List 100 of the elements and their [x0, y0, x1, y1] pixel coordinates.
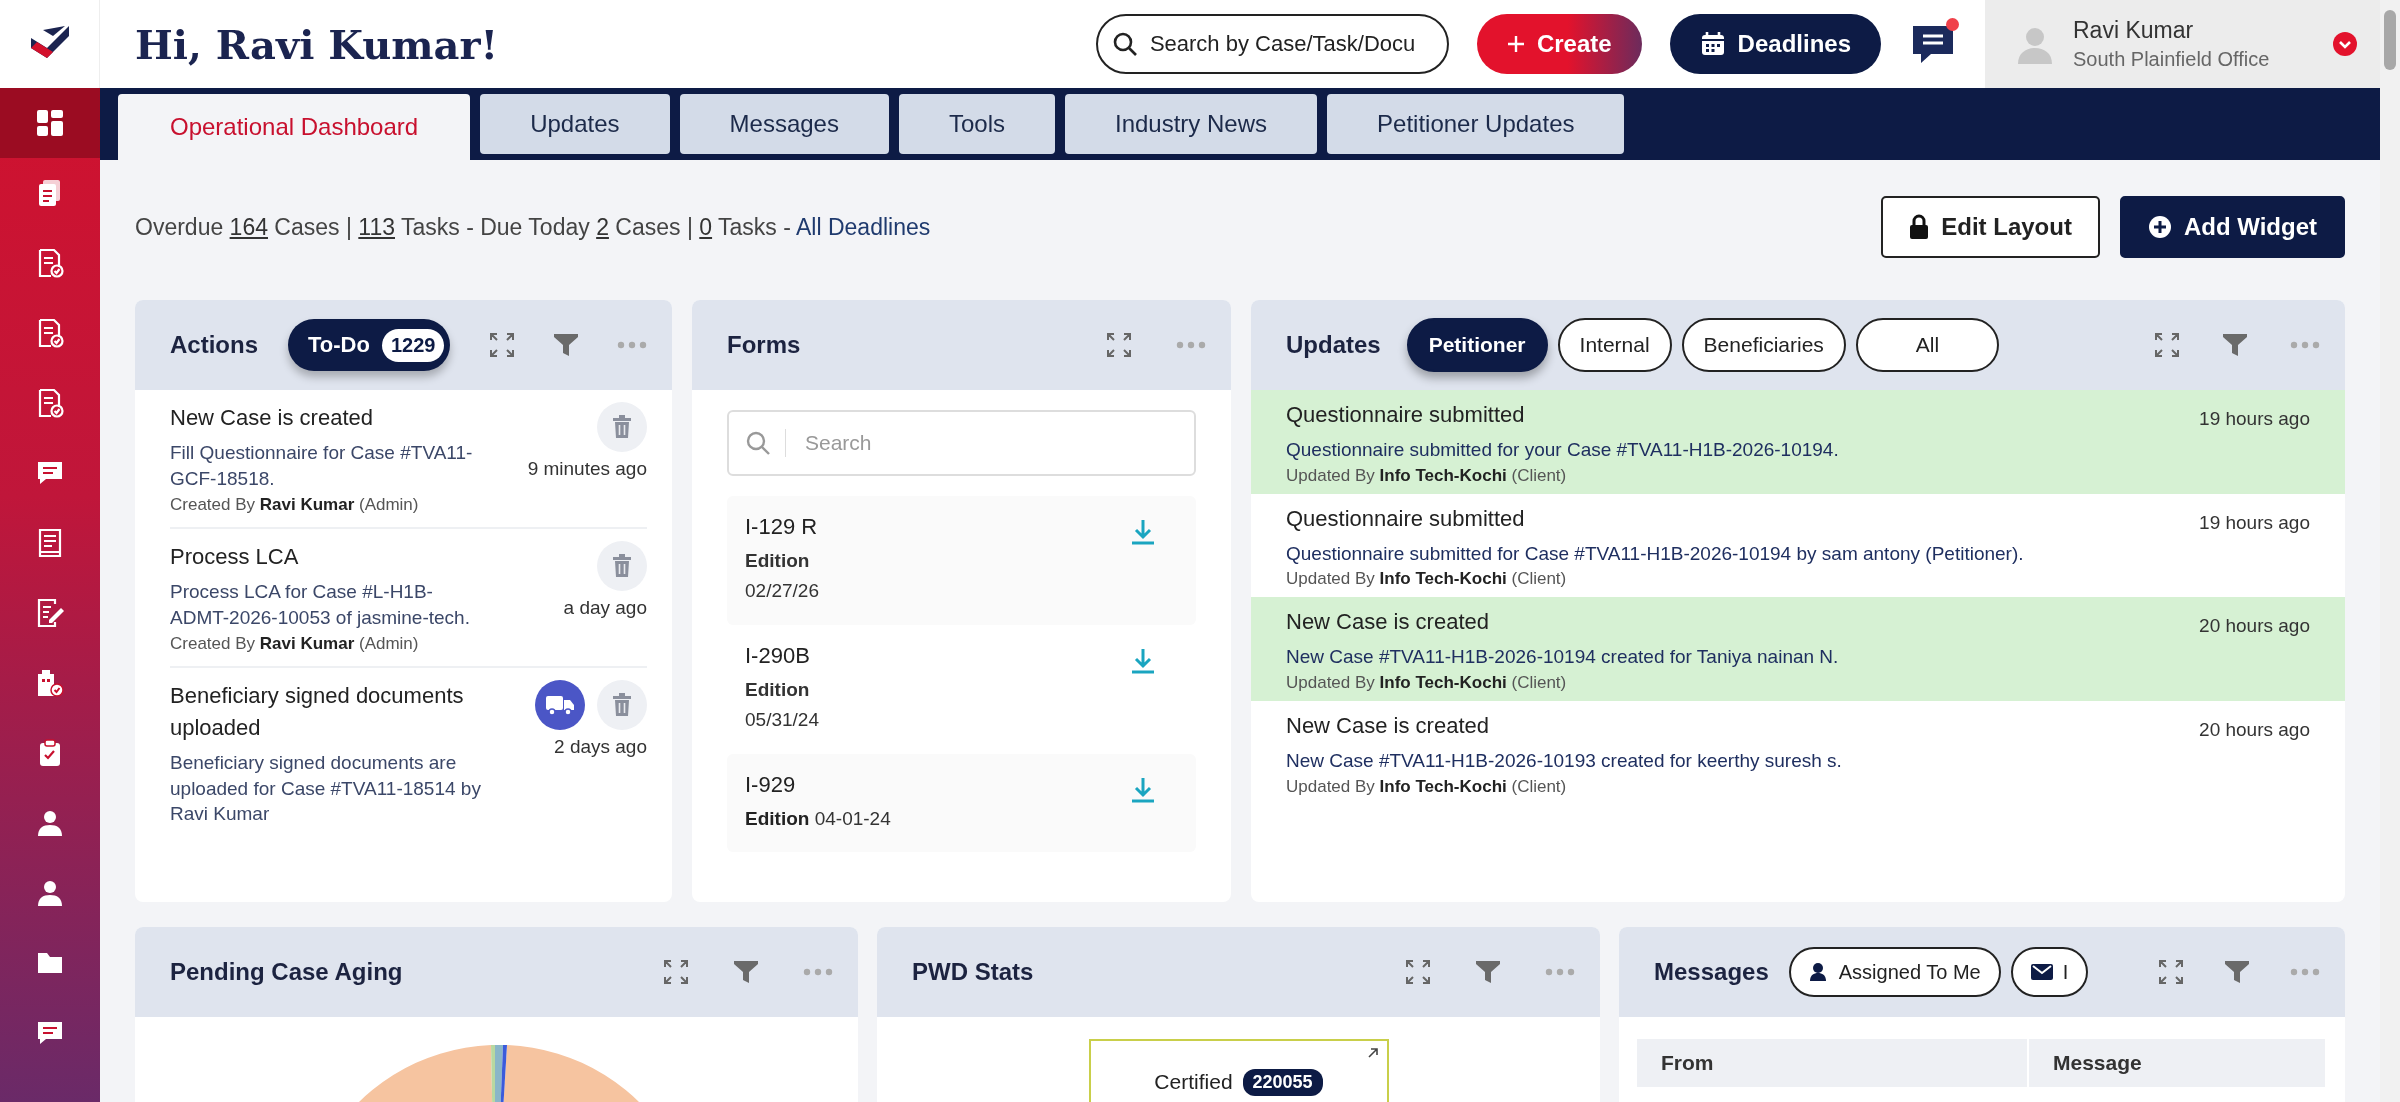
folder-icon — [36, 950, 64, 976]
filter-icon[interactable] — [1475, 959, 1501, 985]
todo-filter[interactable]: To-Do 1229 — [288, 319, 451, 371]
action-title: Beneficiary signed documents uploaded — [170, 682, 465, 743]
truck-icon — [545, 694, 575, 717]
filter-icon[interactable] — [2224, 959, 2250, 985]
chat-icon — [36, 1019, 64, 1047]
tab[interactable]: Updates — [480, 94, 670, 154]
expand-icon[interactable] — [1405, 959, 1431, 985]
time-text: 19 hours ago — [2199, 408, 2310, 431]
form-item[interactable]: I-290B Edition 05/31/24 — [727, 624, 1196, 754]
count-link[interactable]: 0 — [699, 213, 713, 240]
edition-label: Edition — [745, 549, 811, 573]
column-header: Message — [2029, 1039, 2327, 1087]
plus-circle-icon — [2147, 215, 2172, 239]
update-title: New Case is created — [1286, 608, 1490, 637]
update-title: Questionnaire submitted — [1286, 401, 1526, 429]
expand-icon[interactable] — [2154, 332, 2180, 358]
filter-chip[interactable]: I — [2010, 947, 2089, 997]
form-name: I-929 — [745, 771, 797, 798]
delete-button[interactable] — [597, 541, 647, 592]
tab[interactable]: Messages — [679, 94, 889, 154]
user-icon — [1808, 962, 1829, 982]
form-item[interactable]: I-929 Edition 04-01-24 — [727, 753, 1196, 852]
stat-label: Certified — [1154, 1070, 1233, 1094]
lock-icon — [1909, 214, 1930, 240]
widget-title: Updates — [1286, 331, 1381, 359]
deadlines-button[interactable]: Deadlines — [1669, 14, 1881, 74]
count-link[interactable]: 164 — [229, 213, 268, 240]
filter-chip[interactable]: Petitioner — [1406, 318, 1548, 372]
widget-title: PWD Stats — [912, 958, 1034, 986]
tab[interactable]: Petitioner Updates — [1327, 94, 1625, 154]
expand-icon[interactable] — [663, 959, 689, 985]
filter-chip[interactable]: Assigned To Me — [1788, 947, 2001, 997]
envelope-icon — [2030, 964, 2053, 980]
updated-by-text: Updated By Info Tech-Kochi (Client) — [1286, 569, 1568, 590]
user-panel[interactable]: Ravi Kumar South Plainfield Office — [1985, 0, 2380, 88]
document-pencil-icon — [35, 598, 65, 628]
download-icon[interactable] — [1130, 646, 1156, 675]
clipboard-icon — [38, 738, 62, 768]
expand-icon[interactable] — [489, 332, 515, 358]
document-check-icon — [36, 388, 64, 418]
created-by-text: Created By Ravi Kumar (Admin) — [170, 634, 420, 655]
update-text: Questionnaire submitted for your Case #TVA11-H1B-2026-10194. — [1286, 438, 1840, 462]
action-item[interactable]: New Case is created Fill Questionnaire for Case #TVA11-GCF-18518. Created By Ravi Kumar (Admin) 9 minutes ago — [170, 390, 647, 530]
add-widget-button[interactable]: Add Widget — [2119, 196, 2345, 258]
create-button[interactable]: Create — [1476, 14, 1642, 74]
action-item[interactable]: Process LCA Process LCA for Case #L-H1B-ADMT-2026-10053 of jasmine-tech. Created By Ravi Kumar (Admin) a day ago — [170, 529, 647, 669]
time-text: 2 days ago — [554, 736, 647, 759]
download-icon[interactable] — [1130, 775, 1156, 804]
todo-count: 1229 — [381, 328, 445, 362]
delete-button[interactable] — [597, 402, 647, 452]
action-description: Beneficiary signed documents are uploaded for Case #TVA11-18514 by Ravi Kumar — [170, 751, 482, 827]
expand-icon[interactable] — [2158, 959, 2184, 985]
widget-title: Forms — [727, 331, 801, 359]
sidebar-item[interactable] — [0, 88, 100, 158]
scrollbar-thumb[interactable] — [2384, 10, 2396, 70]
update-item[interactable]: Questionnaire submitted Questionnaire submitted for your Case #TVA11-H1B-2026-10194. Updated By Info Tech-Kochi (Client) 19 hours ago — [1251, 390, 2345, 494]
edition-text: Edition 04-01-24 — [745, 806, 891, 831]
filter-icon[interactable] — [553, 332, 579, 358]
search-field[interactable]: Search by Case/Task/Docu — [1095, 14, 1449, 74]
trash-icon — [612, 554, 632, 579]
update-item[interactable]: New Case is created New Case #TVA11-H1B-2026-10194 created for Taniya nainan N. Updated By Info Tech-Kochi (Client) 20 hours ago — [1251, 597, 2345, 701]
count-link[interactable]: 2 — [596, 213, 609, 240]
time-text: 20 hours ago — [2199, 718, 2310, 742]
stat-card[interactable]: Certified 220055 — [1088, 1039, 1389, 1102]
time-text: 20 hours ago — [2199, 615, 2310, 639]
calendar-icon — [1699, 31, 1726, 57]
action-description: Fill Questionnaire for Case #TVA11-GCF-18518. — [170, 440, 474, 491]
update-item[interactable]: New Case is created New Case #TVA11-H1B-2026-10193 created for keerthy suresh s. Updated By Info Tech-Kochi (Client) 20 hours ago — [1251, 700, 2345, 805]
updated-by-text: Updated By Info Tech-Kochi (Client) — [1286, 776, 1568, 797]
update-item[interactable]: Questionnaire submitted Questionnaire submitted for Case #TVA11-H1B-2026-10194 by sam antony (Petitioner). Updated By Info Tech-Kochi (Client) 19 hours ago — [1251, 493, 2345, 598]
truck-button[interactable] — [535, 680, 585, 731]
update-title: New Case is created — [1286, 711, 1490, 740]
filter-icon[interactable] — [733, 959, 759, 985]
chevron-down-icon[interactable] — [2332, 31, 2358, 57]
action-title: New Case is created — [170, 404, 374, 432]
form-item[interactable]: I-129 R Edition 02/27/26 — [727, 496, 1196, 625]
delete-button[interactable] — [597, 680, 647, 731]
tab[interactable]: Operational Dashboard — [118, 94, 471, 160]
filter-chip[interactable]: Internal — [1557, 318, 1672, 372]
expand-icon[interactable] — [1106, 332, 1132, 358]
filter-icon[interactable] — [2222, 332, 2248, 358]
column-header: From — [1637, 1039, 2029, 1087]
count-link[interactable]: 113 — [358, 213, 395, 240]
widget-title: Pending Case Aging — [170, 958, 403, 986]
created-by-text: Created By Ravi Kumar (Admin) — [170, 495, 420, 516]
filter-chip[interactable]: All — [1855, 318, 2000, 372]
plus-icon — [1506, 35, 1525, 53]
tab[interactable]: Tools — [898, 94, 1055, 154]
all-deadlines-link[interactable]: All Deadlines — [796, 213, 931, 240]
download-icon[interactable] — [1130, 518, 1156, 546]
greeting-heading: Hi, Ravi Kumar! — [135, 20, 500, 68]
chat-icon — [36, 459, 64, 487]
edit-layout-button[interactable]: Edit Layout — [1881, 196, 2100, 258]
filter-chip[interactable]: Beneficiaries — [1681, 318, 1846, 372]
pie-slice[interactable] — [495, 1045, 503, 1102]
form-name: I-290B — [745, 642, 811, 669]
action-description: Process LCA for Case #L-H1B-ADMT-2026-10053 of jasmine-tech. — [170, 580, 471, 630]
tab[interactable]: Industry News — [1064, 94, 1318, 154]
